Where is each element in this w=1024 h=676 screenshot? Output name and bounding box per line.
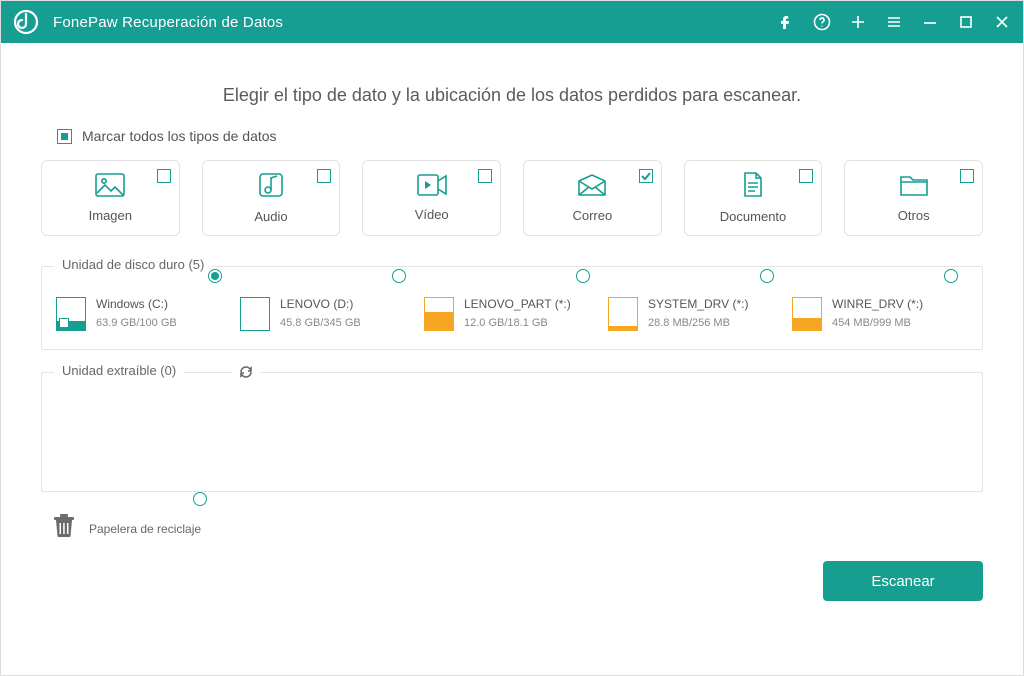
type-tile-audio[interactable]: Audio (202, 160, 341, 236)
image-icon (95, 173, 125, 202)
tile-checkbox[interactable] (960, 169, 974, 183)
drive-icon (240, 297, 270, 331)
menu-icon[interactable] (885, 13, 903, 31)
mail-icon (577, 173, 607, 202)
type-tile-video[interactable]: Vídeo (362, 160, 501, 236)
drive-radio[interactable] (760, 269, 774, 283)
hdd-section-label: Unidad de disco duro (5) (54, 257, 212, 272)
drive-name: Windows (C:) (96, 297, 177, 311)
drive-item[interactable]: SYSTEM_DRV (*:) 28.8 MB/256 MB (608, 293, 784, 331)
drive-radio[interactable] (576, 269, 590, 283)
maximize-icon[interactable] (957, 13, 975, 31)
app-title: FonePaw Recuperación de Datos (53, 14, 283, 31)
document-icon (742, 172, 764, 203)
type-tile-correo[interactable]: Correo (523, 160, 662, 236)
titlebar: FonePaw Recuperación de Datos (1, 1, 1023, 43)
titlebar-actions (777, 13, 1011, 31)
check-all-label: Marcar todos los tipos de datos (82, 128, 277, 144)
removable-empty (56, 399, 968, 473)
scan-button[interactable]: Escanear (823, 561, 983, 601)
drive-name: WINRE_DRV (*:) (832, 297, 923, 311)
tile-label: Otros (898, 208, 930, 223)
close-icon[interactable] (993, 13, 1011, 31)
check-all-row[interactable]: Marcar todos los tipos de datos (57, 128, 983, 144)
type-tile-documento[interactable]: Documento (684, 160, 823, 236)
recycle-row[interactable]: Papelera de reciclaje (53, 514, 983, 543)
tile-label: Vídeo (415, 207, 449, 222)
main-content: Elegir el tipo de dato y la ubicación de… (1, 43, 1023, 617)
drive-radio[interactable] (208, 269, 222, 283)
tile-label: Audio (254, 209, 287, 224)
drive-item[interactable]: LENOVO (D:) 45.8 GB/345 GB (240, 293, 416, 331)
refresh-icon[interactable] (232, 364, 260, 385)
drive-name: LENOVO_PART (*:) (464, 297, 571, 311)
drives-row: Windows (C:) 63.9 GB/100 GB LENOVO (D:) … (56, 293, 968, 331)
tile-label: Documento (720, 209, 786, 224)
facebook-icon[interactable] (777, 13, 795, 31)
type-tile-imagen[interactable]: Imagen (41, 160, 180, 236)
drive-icon (608, 297, 638, 331)
tile-checkbox[interactable] (799, 169, 813, 183)
recycle-radio[interactable] (193, 492, 207, 506)
drive-radio[interactable] (392, 269, 406, 283)
removable-section-label: Unidad extraíble (0) (54, 363, 184, 378)
drive-name: LENOVO (D:) (280, 297, 361, 311)
help-icon[interactable] (813, 13, 831, 31)
drive-name: SYSTEM_DRV (*:) (648, 297, 748, 311)
tile-checkbox[interactable] (157, 169, 171, 183)
recycle-label: Papelera de reciclaje (89, 522, 201, 536)
tile-checkbox[interactable] (639, 169, 653, 183)
trash-icon (53, 514, 75, 543)
minimize-icon[interactable] (921, 13, 939, 31)
type-tiles: Imagen Audio Vídeo Correo Documento (41, 160, 983, 236)
footer: Escanear (41, 561, 983, 601)
page-headline: Elegir el tipo de dato y la ubicación de… (41, 85, 983, 106)
removable-fieldset: Unidad extraíble (0) (41, 372, 983, 492)
drive-capacity: 63.9 GB/100 GB (96, 317, 177, 329)
tile-label: Imagen (89, 208, 132, 223)
tile-checkbox[interactable] (478, 169, 492, 183)
windows-badge-icon (59, 318, 69, 328)
drive-radio[interactable] (944, 269, 958, 283)
folder-icon (899, 173, 929, 202)
drive-capacity: 454 MB/999 MB (832, 317, 923, 329)
tile-checkbox[interactable] (317, 169, 331, 183)
drive-capacity: 28.8 MB/256 MB (648, 317, 748, 329)
video-icon (417, 174, 447, 201)
app-logo-icon (13, 9, 39, 35)
app-window: FonePaw Recuperación de Datos Elegir el … (0, 0, 1024, 676)
drive-item[interactable]: LENOVO_PART (*:) 12.0 GB/18.1 GB (424, 293, 600, 331)
drive-capacity: 45.8 GB/345 GB (280, 317, 361, 329)
drive-icon (424, 297, 454, 331)
drive-icon (792, 297, 822, 331)
check-all-checkbox[interactable] (57, 129, 72, 144)
drive-item[interactable]: WINRE_DRV (*:) 454 MB/999 MB (792, 293, 968, 331)
audio-icon (258, 172, 284, 203)
drive-icon (56, 297, 86, 331)
add-icon[interactable] (849, 13, 867, 31)
drive-capacity: 12.0 GB/18.1 GB (464, 317, 571, 329)
tile-label: Correo (572, 208, 612, 223)
drive-item[interactable]: Windows (C:) 63.9 GB/100 GB (56, 293, 232, 331)
hdd-fieldset: Unidad de disco duro (5) Windows (C:) 63… (41, 266, 983, 350)
type-tile-otros[interactable]: Otros (844, 160, 983, 236)
